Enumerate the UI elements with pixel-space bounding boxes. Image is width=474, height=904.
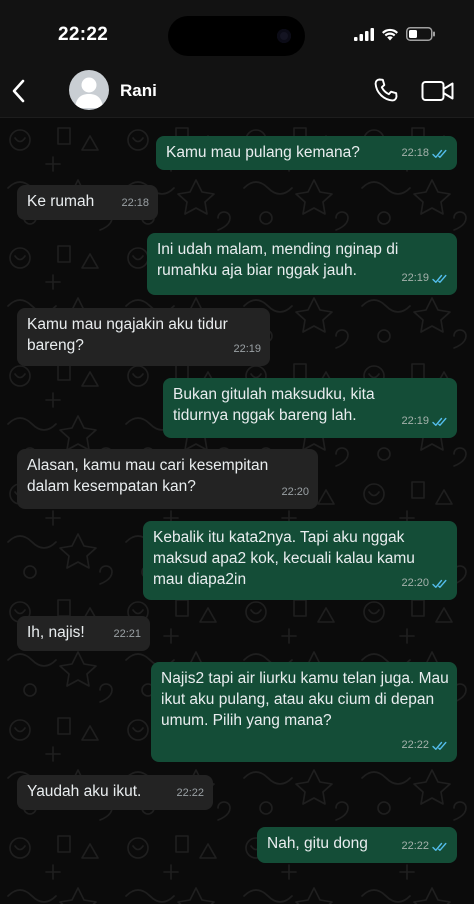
message-bubble-outgoing[interactable]: Kamu mau pulang kemana? 22:18 <box>156 136 457 170</box>
message-meta: 22:22 <box>401 836 448 857</box>
wifi-icon <box>382 28 398 40</box>
default-avatar-icon <box>75 77 103 108</box>
read-double-check-icon <box>432 842 447 851</box>
message-time: 22:18 <box>121 197 149 209</box>
message-bubble-outgoing[interactable]: Kebalik itu kata2nya. Tapi aku nggak mak… <box>143 521 457 600</box>
message-meta: 22:21 <box>113 624 141 645</box>
message-time: 22:22 <box>176 787 204 799</box>
chat-header: Rani <box>0 62 474 118</box>
avatar[interactable] <box>69 70 109 110</box>
message-time: 22:22 <box>401 840 429 852</box>
read-double-check-icon <box>432 149 447 158</box>
message-meta: 22:19 <box>401 411 448 432</box>
message-bubble-incoming[interactable]: Ke rumah 22:18 <box>17 185 158 220</box>
dynamic-island <box>168 16 305 56</box>
message-meta: 22:22 <box>176 783 204 804</box>
message-time: 22:19 <box>233 343 261 355</box>
message-meta: 22:18 <box>121 193 149 214</box>
message-meta: 22:22 <box>401 735 448 756</box>
message-time: 22:18 <box>401 147 429 159</box>
message-text: Najis2 tapi air liurku kamu telan juga. … <box>161 670 449 729</box>
video-call-icon[interactable] <box>421 79 455 103</box>
message-meta: 22:19 <box>233 339 261 360</box>
message-bubble-outgoing[interactable]: Najis2 tapi air liurku kamu telan juga. … <box>151 662 457 762</box>
message-bubble-outgoing[interactable]: Bukan gitulah maksudku, kita tidurnya ng… <box>163 378 457 438</box>
message-meta: 22:19 <box>401 268 448 289</box>
phone-call-icon[interactable] <box>373 77 399 103</box>
message-time: 22:22 <box>401 739 429 751</box>
message-bubble-outgoing[interactable]: Ini udah malam, mending nginap di rumahk… <box>147 233 457 295</box>
message-meta: 22:20 <box>281 482 309 503</box>
battery-icon <box>406 27 435 41</box>
chat-area[interactable]: Kamu mau pulang kemana? 22:18 Ke rumah 2… <box>0 118 474 904</box>
read-double-check-icon <box>432 741 447 750</box>
read-double-check-icon <box>432 274 447 283</box>
message-time: 22:20 <box>401 577 429 589</box>
message-text: Alasan, kamu mau cari kesempitan dalam k… <box>27 457 269 495</box>
message-bubble-incoming[interactable]: Alasan, kamu mau cari kesempitan dalam k… <box>17 449 318 509</box>
contact-name[interactable]: Rani <box>120 81 157 101</box>
message-text: Kamu mau ngajakin aku tidur bareng? <box>27 316 228 354</box>
message-bubble-incoming[interactable]: Kamu mau ngajakin aku tidur bareng? 22:1… <box>17 308 270 366</box>
read-double-check-icon <box>432 579 447 588</box>
signal-icon <box>354 27 374 41</box>
read-double-check-icon <box>432 417 447 426</box>
message-bubble-incoming[interactable]: Ih, najis! 22:21 <box>17 616 150 651</box>
status-bar: 22:22 <box>0 0 474 62</box>
status-icons <box>354 27 436 41</box>
message-time: 22:19 <box>401 415 429 427</box>
message-time: 22:21 <box>113 628 141 640</box>
message-bubble-outgoing[interactable]: Nah, gitu dong 22:22 <box>257 827 457 863</box>
message-bubble-incoming[interactable]: Yaudah aku ikut. 22:22 <box>17 775 213 810</box>
message-meta: 22:18 <box>401 143 448 164</box>
message-text: Bukan gitulah maksudku, kita tidurnya ng… <box>173 386 375 424</box>
message-time: 22:19 <box>401 272 429 284</box>
back-chevron-icon[interactable] <box>10 78 28 104</box>
message-meta: 22:20 <box>401 573 448 594</box>
status-time: 22:22 <box>58 24 109 45</box>
message-time: 22:20 <box>281 486 309 498</box>
